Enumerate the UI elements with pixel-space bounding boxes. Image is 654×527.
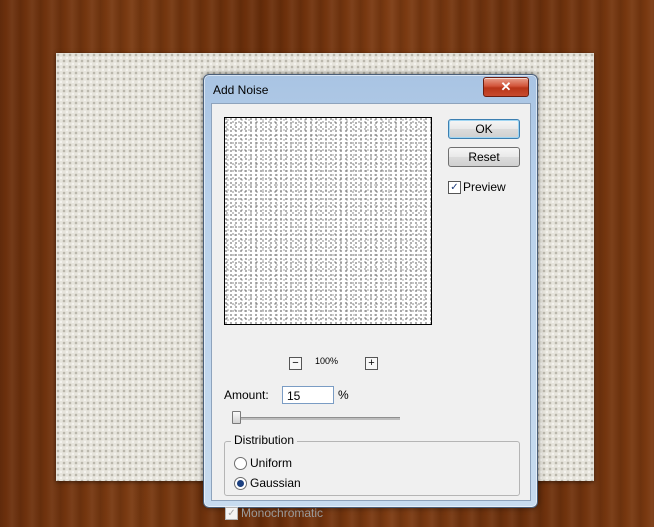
zoom-in-button[interactable]: + <box>365 357 378 370</box>
uniform-label: Uniform <box>250 456 293 470</box>
reset-button[interactable]: Reset <box>448 147 520 167</box>
preview-label: Preview <box>463 180 506 194</box>
amount-unit: % <box>338 388 349 402</box>
gaussian-radio[interactable] <box>234 477 247 490</box>
amount-label: Amount: <box>224 388 269 402</box>
uniform-radio[interactable] <box>234 457 247 470</box>
monochromatic-checkbox[interactable]: ✓ <box>225 507 238 520</box>
ok-button[interactable]: OK <box>448 119 520 139</box>
noise-preview-image[interactable] <box>224 117 432 325</box>
zoom-out-button[interactable]: − <box>289 357 302 370</box>
dialog-client-area: − 100% + OK Reset ✓ Preview Amount: 15 %… <box>211 103 531 520</box>
amount-slider-thumb[interactable] <box>232 411 241 424</box>
close-button[interactable]: ✕ <box>483 77 529 97</box>
amount-input[interactable]: 15 <box>282 386 334 404</box>
amount-slider-track[interactable] <box>232 417 400 420</box>
preview-checkbox[interactable]: ✓ <box>448 181 461 194</box>
checkmark-icon: ✓ <box>450 182 459 193</box>
dialog-title: Add Noise <box>213 83 269 97</box>
zoom-level: 100% <box>315 356 339 366</box>
monochromatic-label: Monochromatic <box>241 506 324 520</box>
distribution-title: Distribution <box>231 433 298 447</box>
close-icon: ✕ <box>500 79 512 94</box>
gaussian-label: Gaussian <box>250 476 301 490</box>
checkmark-icon: ✓ <box>227 508 236 519</box>
add-noise-dialog: Add Noise ✕ − 100% + OK Reset ✓ Preview … <box>203 74 538 520</box>
